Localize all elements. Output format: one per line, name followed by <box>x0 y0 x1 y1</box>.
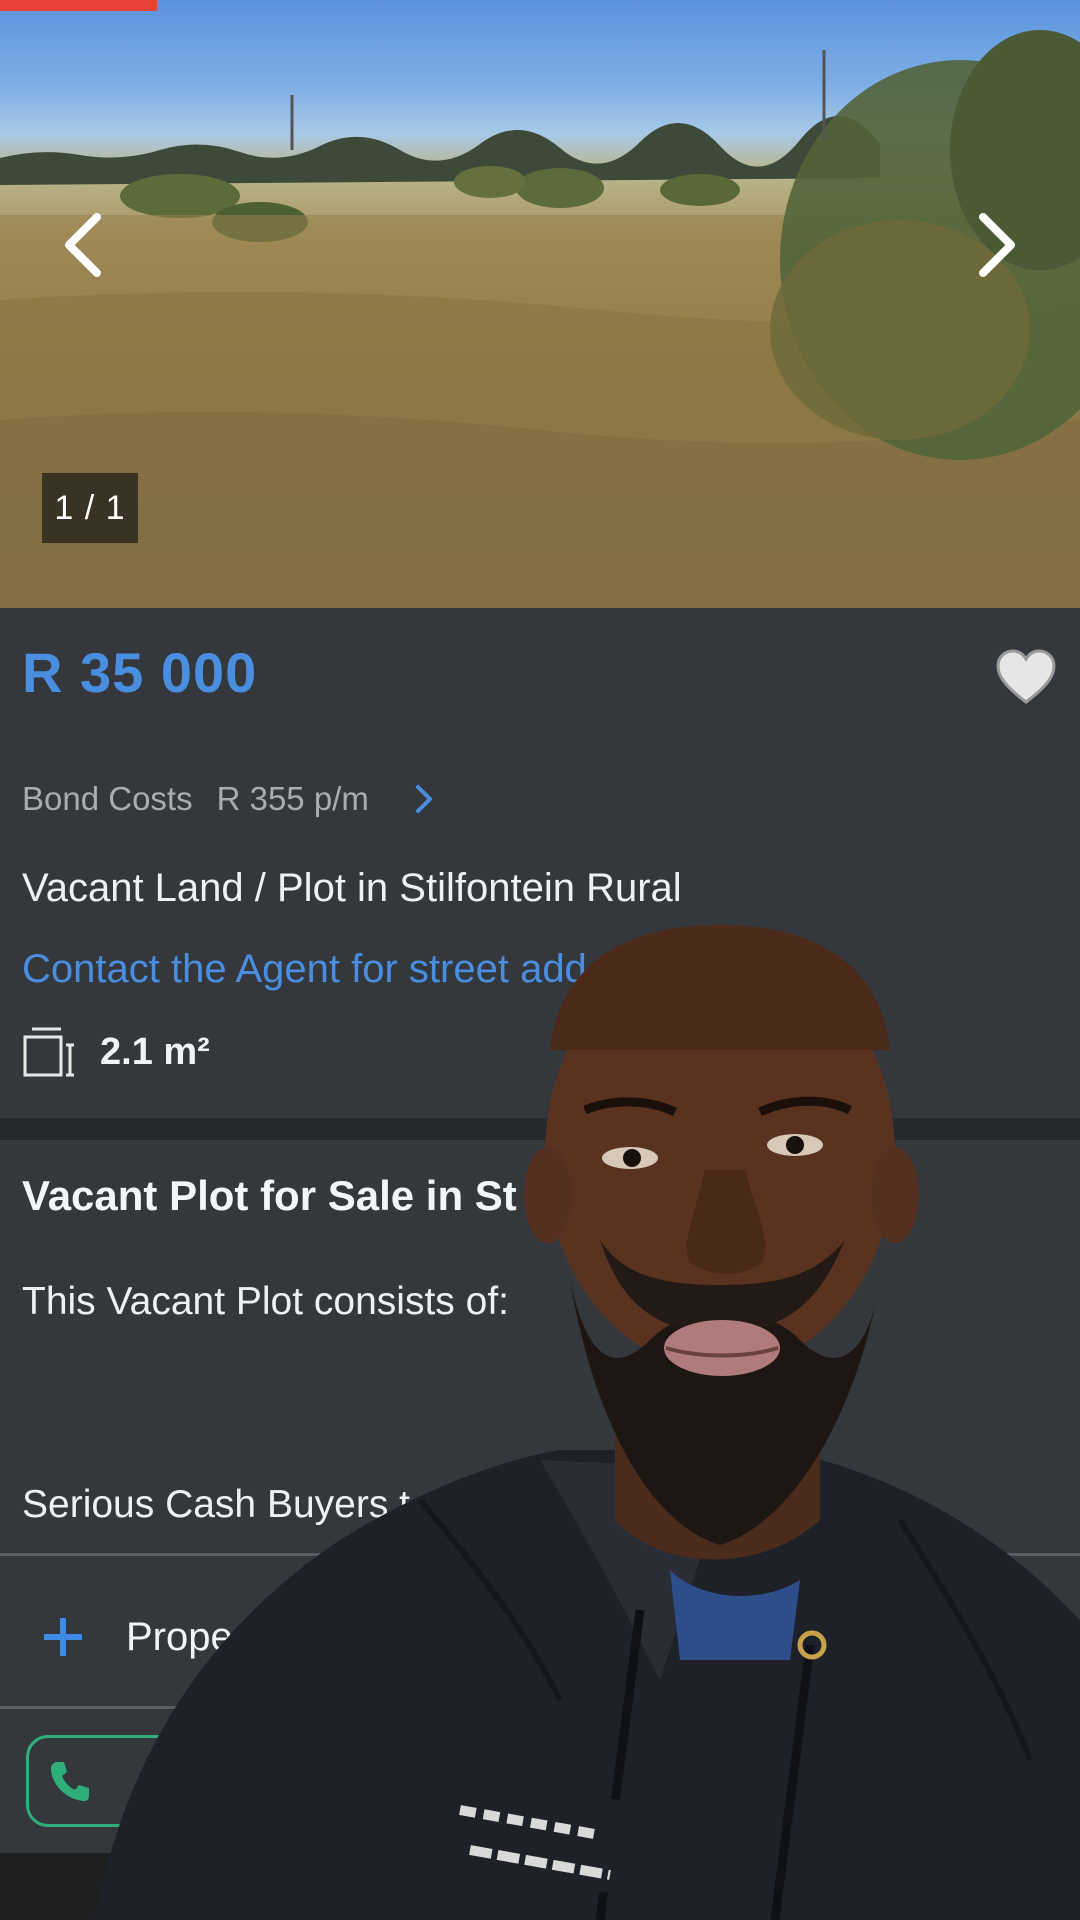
floor-size-row: 2.1 m² <box>22 1025 210 1079</box>
listing-screen: 1 / 1 R 35 000 Bond Costs R 355 p/m Vaca… <box>0 0 1080 1920</box>
listing-title: Vacant Land / Plot in Stilfontein Rural <box>22 866 682 910</box>
bond-costs-label: Bond Costs <box>22 780 193 817</box>
favorite-button[interactable] <box>994 648 1058 708</box>
chevron-right-icon <box>979 213 1015 277</box>
contact-agent-address-link[interactable]: Contact the Agent for street add <box>22 947 587 992</box>
photo-counter: 1 / 1 <box>42 473 138 543</box>
listing-price: R 35 000 <box>22 641 258 704</box>
description-line-1: This Vacant Plot consists of: <box>22 1280 509 1323</box>
section-divider <box>0 1706 1080 1709</box>
property-details-label: Property D <box>126 1614 318 1659</box>
section-divider <box>0 1553 1080 1556</box>
chevron-left-icon <box>65 213 101 277</box>
floor-area-icon <box>23 1027 74 1077</box>
call-agent-button[interactable] <box>26 1735 426 1827</box>
heart-icon <box>996 649 1056 704</box>
field-landscape-image <box>0 30 1080 608</box>
description-heading: Vacant Plot for Sale in St <box>22 1172 517 1219</box>
property-photo[interactable]: 1 / 1 <box>0 0 1080 608</box>
next-photo-button[interactable] <box>965 205 1025 285</box>
recording-indicator <box>0 0 157 11</box>
bond-costs-value: R 355 p/m <box>216 780 369 817</box>
plus-icon <box>44 1618 82 1656</box>
bond-costs-row[interactable]: Bond Costs R 355 p/m <box>22 778 437 820</box>
bottom-nav-bar <box>0 1853 1080 1920</box>
chevron-right-icon <box>415 785 432 813</box>
floor-size-value: 2.1 m² <box>100 1030 210 1073</box>
section-divider <box>0 1118 1080 1140</box>
phone-icon <box>51 1762 89 1801</box>
description-line-2: Serious Cash Buyers t <box>22 1483 411 1526</box>
property-details-expander[interactable]: Property D <box>40 1614 317 1660</box>
previous-photo-button[interactable] <box>55 205 115 285</box>
